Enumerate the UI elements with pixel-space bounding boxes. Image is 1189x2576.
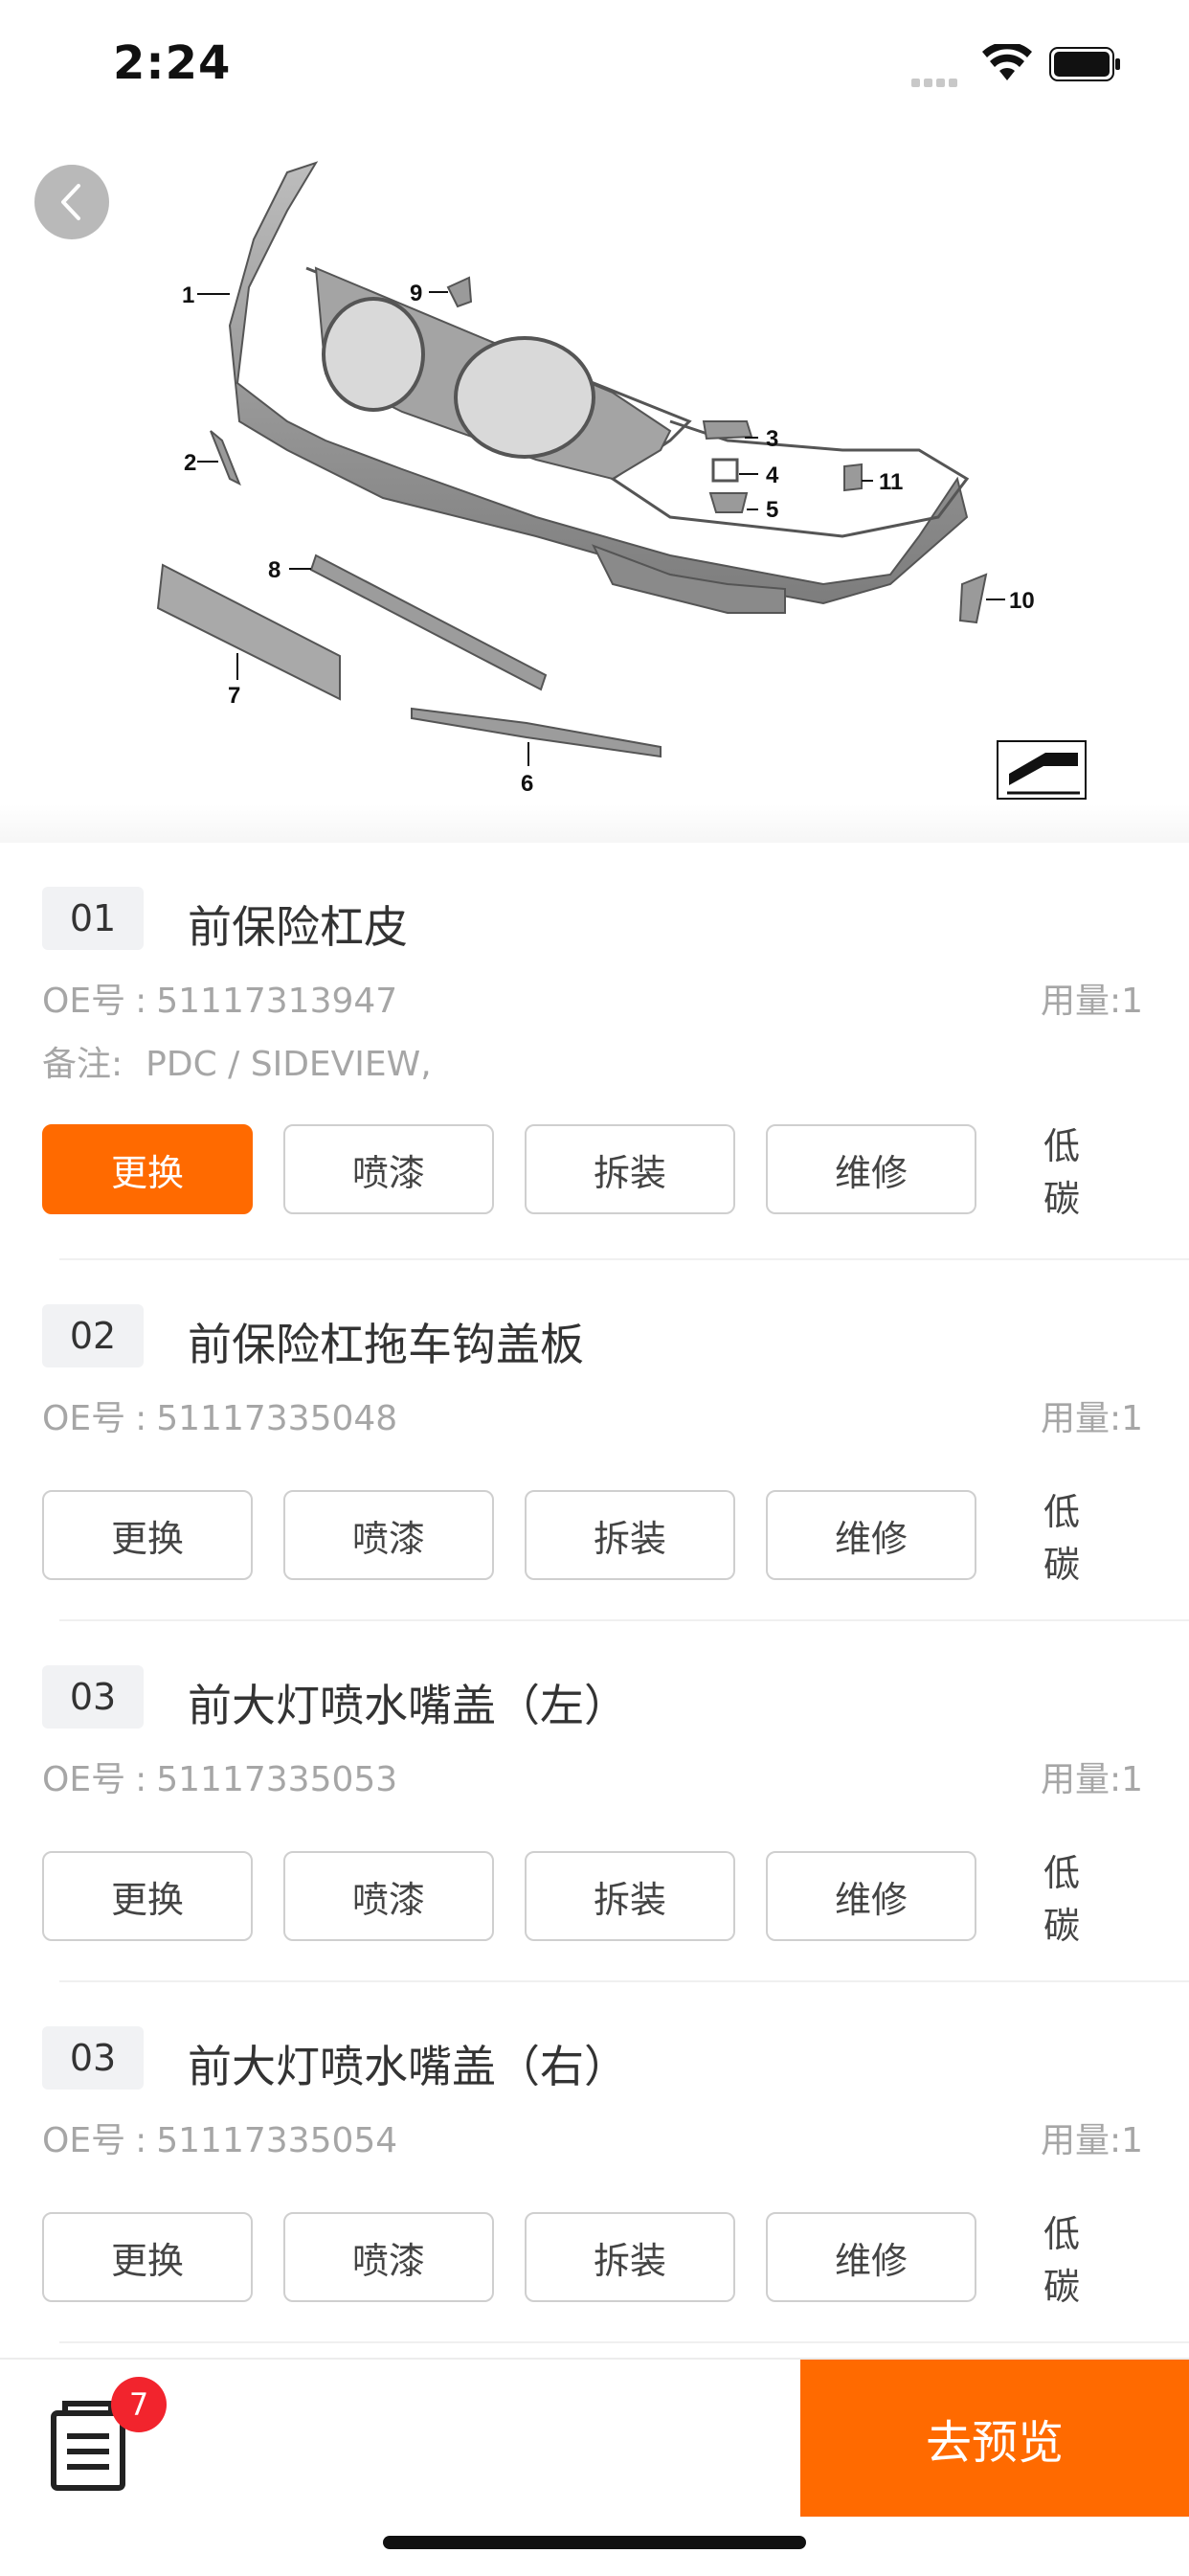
oe-number: OE号:51117335054 [42, 2113, 397, 2162]
status-bar: 2:24 [0, 0, 1189, 134]
part-number-badge: 03 [42, 2026, 144, 2090]
status-time: 2:24 [113, 36, 232, 90]
diagram-orientation-icon [997, 740, 1087, 800]
callout-9: 9 [410, 281, 422, 306]
part-number-badge: 02 [42, 1304, 144, 1367]
part-number-badge: 03 [42, 1665, 144, 1729]
paint-button[interactable]: 喷漆 [283, 1851, 494, 1941]
callout-8: 8 [268, 557, 280, 583]
quantity: 用量:1 [1040, 1399, 1143, 1438]
disassemble-button[interactable]: 拆装 [525, 1124, 735, 1214]
oe-value: 51117335053 [156, 1760, 398, 1799]
repair-button[interactable]: 维修 [766, 1851, 976, 1941]
paint-button[interactable]: 喷漆 [283, 1124, 494, 1214]
callout-1: 1 [182, 282, 194, 308]
oe-number: OE号:51117335048 [42, 1390, 397, 1440]
wifi-icon [982, 44, 1032, 80]
remark: 备注: PDC / SIDEVIEW, [42, 1036, 432, 1086]
oe-label: OE号 [42, 1760, 126, 1799]
oe-label: OE号 [42, 982, 126, 1021]
part-name: 前保险杠拖车钩盖板 [188, 1319, 584, 1370]
oe-label: OE号 [42, 1399, 126, 1438]
low-carbon-option[interactable]: 低碳 [1043, 1124, 1080, 1220]
low-carbon-option[interactable]: 低碳 [1043, 2212, 1080, 2308]
callout-7: 7 [228, 683, 240, 709]
parts-diagram: 1 2 3 4 5 6 7 8 9 10 11 434246 [0, 134, 1189, 843]
battery-icon [1049, 47, 1120, 81]
divider [59, 2341, 1189, 2343]
callout-10: 10 [1009, 588, 1035, 614]
part-item: 02 前保险杠拖车钩盖板 OE号:51117335048 用量:1 更换 喷漆 … [0, 1260, 1189, 1621]
oe-colon: : [135, 2121, 147, 2160]
oe-value: 51117313947 [156, 982, 398, 1021]
preview-button[interactable]: 去预览 [800, 2360, 1189, 2517]
disassemble-button[interactable]: 拆装 [525, 1851, 735, 1941]
callout-11: 11 [879, 469, 903, 495]
oe-colon: : [135, 1760, 147, 1799]
oe-label: OE号 [42, 2121, 126, 2160]
quantity: 用量:1 [1040, 2121, 1143, 2160]
part-name: 前大灯喷水嘴盖（右） [188, 2041, 628, 2092]
oe-colon: : [135, 982, 147, 1021]
chevron-left-icon [61, 184, 80, 220]
paint-button[interactable]: 喷漆 [283, 1490, 494, 1580]
part-item: 01 前保险杠皮 OE号:51117313947 用量:1 备注: PDC / S… [0, 843, 1189, 1260]
oe-colon: : [135, 1399, 147, 1438]
part-item: 03 前大灯喷水嘴盖（左） OE号:51117335053 用量:1 更换 喷漆… [0, 1621, 1189, 1982]
oe-number: OE号:51117313947 [42, 973, 397, 1023]
part-name: 前大灯喷水嘴盖（左） [188, 1680, 628, 1731]
low-carbon-option[interactable]: 低碳 [1043, 1851, 1080, 1947]
repair-button[interactable]: 维修 [766, 1124, 976, 1214]
diagram-fade [0, 804, 1189, 843]
quantity: 用量:1 [1040, 982, 1143, 1021]
repair-button[interactable]: 维修 [766, 2212, 976, 2302]
oe-number: OE号:51117335053 [42, 1751, 397, 1801]
replace-button[interactable]: 更换 [42, 1490, 253, 1580]
replace-button[interactable]: 更换 [42, 1851, 253, 1941]
disassemble-button[interactable]: 拆装 [525, 2212, 735, 2302]
part-name: 前保险杠皮 [188, 901, 408, 953]
cart-count-badge: 7 [111, 2377, 167, 2432]
cellular-signal-icon [911, 73, 969, 87]
oe-value: 51117335048 [156, 1399, 398, 1438]
callout-6: 6 [521, 771, 533, 797]
parts-list: 01 前保险杠皮 OE号:51117313947 用量:1 备注: PDC / S… [0, 843, 1189, 2343]
oe-value: 51117335054 [156, 2121, 398, 2160]
low-carbon-option[interactable]: 低碳 [1043, 1490, 1080, 1586]
replace-button[interactable]: 更换 [42, 1124, 253, 1214]
callout-3: 3 [766, 426, 778, 452]
home-indicator [383, 2536, 806, 2549]
disassemble-button[interactable]: 拆装 [525, 1490, 735, 1580]
part-item: 03 前大灯喷水嘴盖（右） OE号:51117335054 用量:1 更换 喷漆… [0, 1982, 1189, 2343]
paint-button[interactable]: 喷漆 [283, 2212, 494, 2302]
part-number-badge: 01 [42, 887, 144, 950]
replace-button[interactable]: 更换 [42, 2212, 253, 2302]
callout-2: 2 [184, 450, 196, 476]
back-button[interactable] [34, 165, 109, 239]
remark-value: PDC / SIDEVIEW, [146, 1045, 432, 1084]
callout-5: 5 [766, 497, 778, 523]
remark-label: 备注: [42, 1045, 123, 1084]
quantity: 用量:1 [1040, 1760, 1143, 1799]
repair-button[interactable]: 维修 [766, 1490, 976, 1580]
callout-4: 4 [766, 463, 779, 488]
